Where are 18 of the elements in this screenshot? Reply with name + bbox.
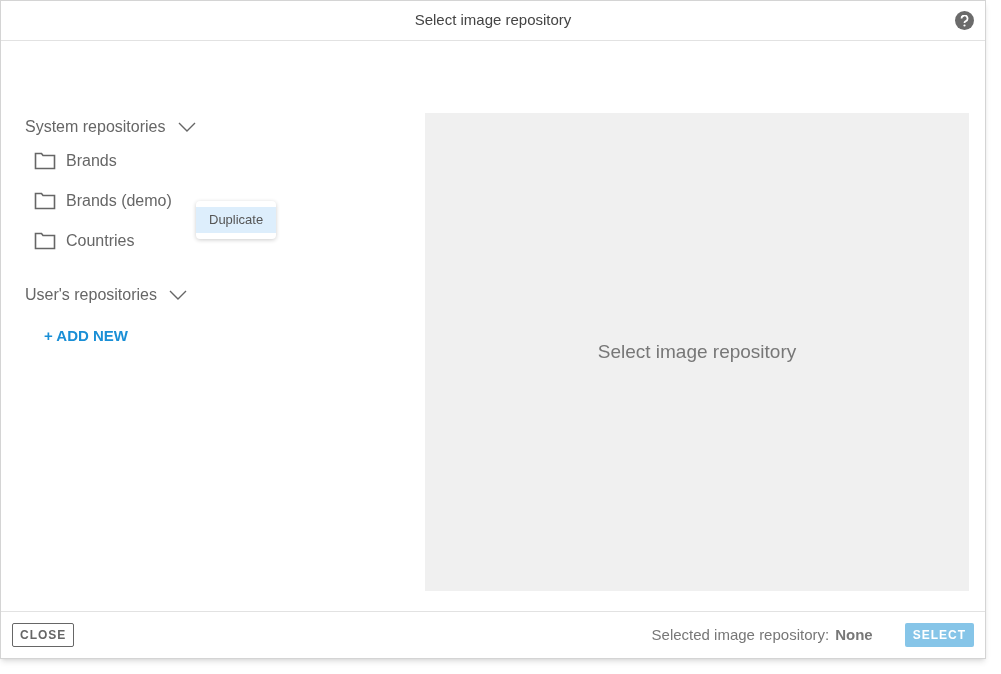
- chevron-icon[interactable]: [169, 290, 187, 300]
- repository-item[interactable]: Brands: [66, 149, 117, 173]
- dialog-title: Select image repository: [414, 10, 572, 31]
- menu-item[interactable]: Duplicate: [196, 207, 277, 233]
- help-icon[interactable]: [955, 11, 974, 30]
- folder-icon: [34, 192, 56, 210]
- close-button[interactable]: CLOSE: [12, 623, 75, 647]
- folder-icon: [34, 152, 56, 170]
- selected-label: Selected image repository:: [651, 624, 830, 645]
- repository-item[interactable]: Countries: [66, 229, 135, 253]
- selected-value: None: [835, 624, 873, 645]
- add-new-link[interactable]: + ADD NEW: [44, 325, 129, 348]
- repository-item[interactable]: Brands (demo): [66, 189, 172, 213]
- preview-panel: Select image repository: [425, 113, 969, 591]
- folder-icon: [34, 232, 56, 250]
- chevron-icon[interactable]: [177, 122, 196, 132]
- section-heading[interactable]: User's repositories: [25, 283, 157, 307]
- section-heading[interactable]: System repositories: [25, 115, 166, 139]
